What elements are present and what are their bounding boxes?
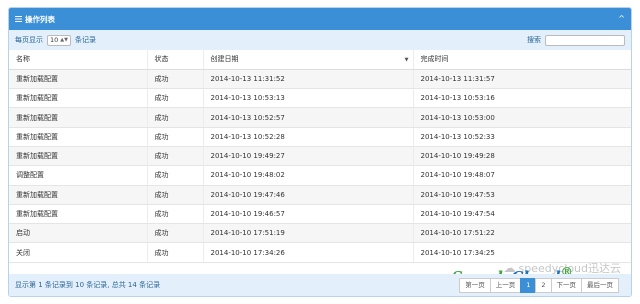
cell-status: 成功 [146,242,203,263]
cell-created: 2014-10-10 19:47:46 [202,185,413,205]
panel-title: 操作列表 [25,14,55,24]
table-row[interactable]: 重新加载配置 成功 2014-10-13 10:53:13 2014-10-13 10… [9,88,631,109]
cell-completed: 2014-10-10 19:47:54 [412,204,631,225]
cell-name: 重新加载配置 [9,107,147,128]
cell-completed: 2014-10-13 11:31:57 [412,69,631,90]
table-row[interactable]: 重新加载配置 成功 2014-10-10 19:49:27 2014-10-10 19… [9,146,631,167]
cell-completed: 2014-10-10 17:51:22 [412,223,631,244]
cell-completed: 2014-10-13 10:52:33 [412,127,631,147]
column-header-created-label: 创建日期 [210,55,239,64]
table-toolbar: 每页显示 10 ▲▼ 条记录 搜索 [9,30,631,50]
pager-item[interactable]: 1 [520,277,537,293]
cell-name: 重新加载配置 [9,185,147,205]
cell-completed: 2014-10-10 19:48:07 [412,165,631,186]
table-header-row: 名称 状态 创建日期 ▼ 完成时间 [9,50,631,70]
chevron-up-icon[interactable]: ^ [618,15,625,23]
cell-name: 调整配置 [9,165,147,186]
cell-status: 成功 [146,88,203,109]
table-row[interactable]: 重新加载配置 成功 2014-10-13 11:31:52 2014-10-13 11… [9,69,631,90]
cell-created: 2014-10-10 19:48:02 [202,165,413,186]
cell-name: 重新加载配置 [9,204,147,225]
caret-updown-icon: ▲▼ [60,37,68,43]
sort-desc-icon: ▼ [404,57,409,63]
pagination: 第一页 上一页 1 2 下一页 最后一页 [459,277,619,293]
cell-created: 2014-10-10 19:46:57 [202,204,413,225]
cell-status: 成功 [146,69,203,90]
table-row[interactable]: 重新加载配置 成功 2014-10-10 19:47:46 2014-10-10 19… [9,185,631,205]
search-input[interactable] [545,34,625,46]
per-page-select[interactable]: 10 ▲▼ [47,34,71,46]
column-header-name[interactable]: 名称 [9,50,147,70]
cell-created: 2014-10-13 10:52:57 [202,107,413,128]
table-footer: 显示第 1 条记录到 10 条记录, 总共 14 条记录 第一页 上一页 1 2 下一页… [9,274,631,296]
cell-status: 成功 [146,146,203,167]
cell-created: 2014-10-13 10:53:13 [202,88,413,109]
search-label: 搜索 [527,36,541,44]
pager-item[interactable]: 第一页 [459,277,491,293]
table-row[interactable]: 重新加载配置 成功 2014-10-10 19:46:57 2014-10-10 19… [9,204,631,225]
table-row[interactable]: 调整配置 成功 2014-10-10 19:48:02 2014-10-10 19:4… [9,165,631,186]
table-row[interactable]: 启动 成功 2014-10-10 17:51:19 2014-10-10 17:51:… [9,223,631,244]
per-page-value: 10 [50,36,59,44]
list-icon [15,16,22,22]
operation-table: 名称 状态 创建日期 ▼ 完成时间 重新加载配置 成功 2014-10-13 11:3… [9,50,631,263]
column-header-completed[interactable]: 完成时间 [412,50,631,70]
per-page-prefix: 每页显示 [15,36,43,44]
per-page-suffix: 条记录 [75,36,96,44]
operation-list-panel: 操作列表 ^ 每页显示 10 ▲▼ 条记录 搜索 名称 状态 创建日期 ▼ 完成时… [8,7,632,297]
cell-created: 2014-10-10 17:51:19 [202,223,413,244]
cell-created: 2014-10-13 10:52:28 [202,127,413,147]
cell-completed: 2014-10-10 19:49:28 [412,146,631,167]
pager-item[interactable]: 上一页 [489,277,522,293]
table-row[interactable]: 重新加载配置 成功 2014-10-13 10:52:28 2014-10-13 10… [9,127,631,147]
cell-status: 成功 [146,185,203,205]
cell-name: 关闭 [9,242,147,263]
cell-completed: 2014-10-13 10:53:16 [412,88,631,109]
cell-status: 成功 [146,107,203,128]
cell-name: 重新加载配置 [9,88,147,109]
cell-created: 2014-10-10 19:49:27 [202,146,413,167]
cell-completed: 2014-10-10 19:47:53 [412,185,631,205]
column-header-status[interactable]: 状态 [146,50,203,70]
column-header-created[interactable]: 创建日期 ▼ [202,50,413,70]
pager-item[interactable]: 最后一页 [581,277,619,293]
cell-name: 启动 [9,223,147,244]
cell-name: 重新加载配置 [9,146,147,167]
cell-status: 成功 [146,127,203,147]
records-info: 显示第 1 条记录到 10 条记录, 总共 14 条记录 [15,281,161,289]
cell-completed: 2014-10-13 10:53:00 [412,107,631,128]
panel-header: 操作列表 ^ [9,8,631,30]
cell-name: 重新加载配置 [9,69,147,90]
cell-name: 重新加载配置 [9,127,147,147]
cell-status: 成功 [146,223,203,244]
cell-created: 2014-10-10 17:34:26 [202,242,413,263]
cell-status: 成功 [146,204,203,225]
pager-item[interactable]: 2 [535,277,552,293]
table-row[interactable]: 重新加载配置 成功 2014-10-13 10:52:57 2014-10-13 10… [9,107,631,128]
cell-created: 2014-10-13 11:31:52 [202,69,413,90]
cell-status: 成功 [146,165,203,186]
pager-item[interactable]: 下一页 [550,277,582,293]
